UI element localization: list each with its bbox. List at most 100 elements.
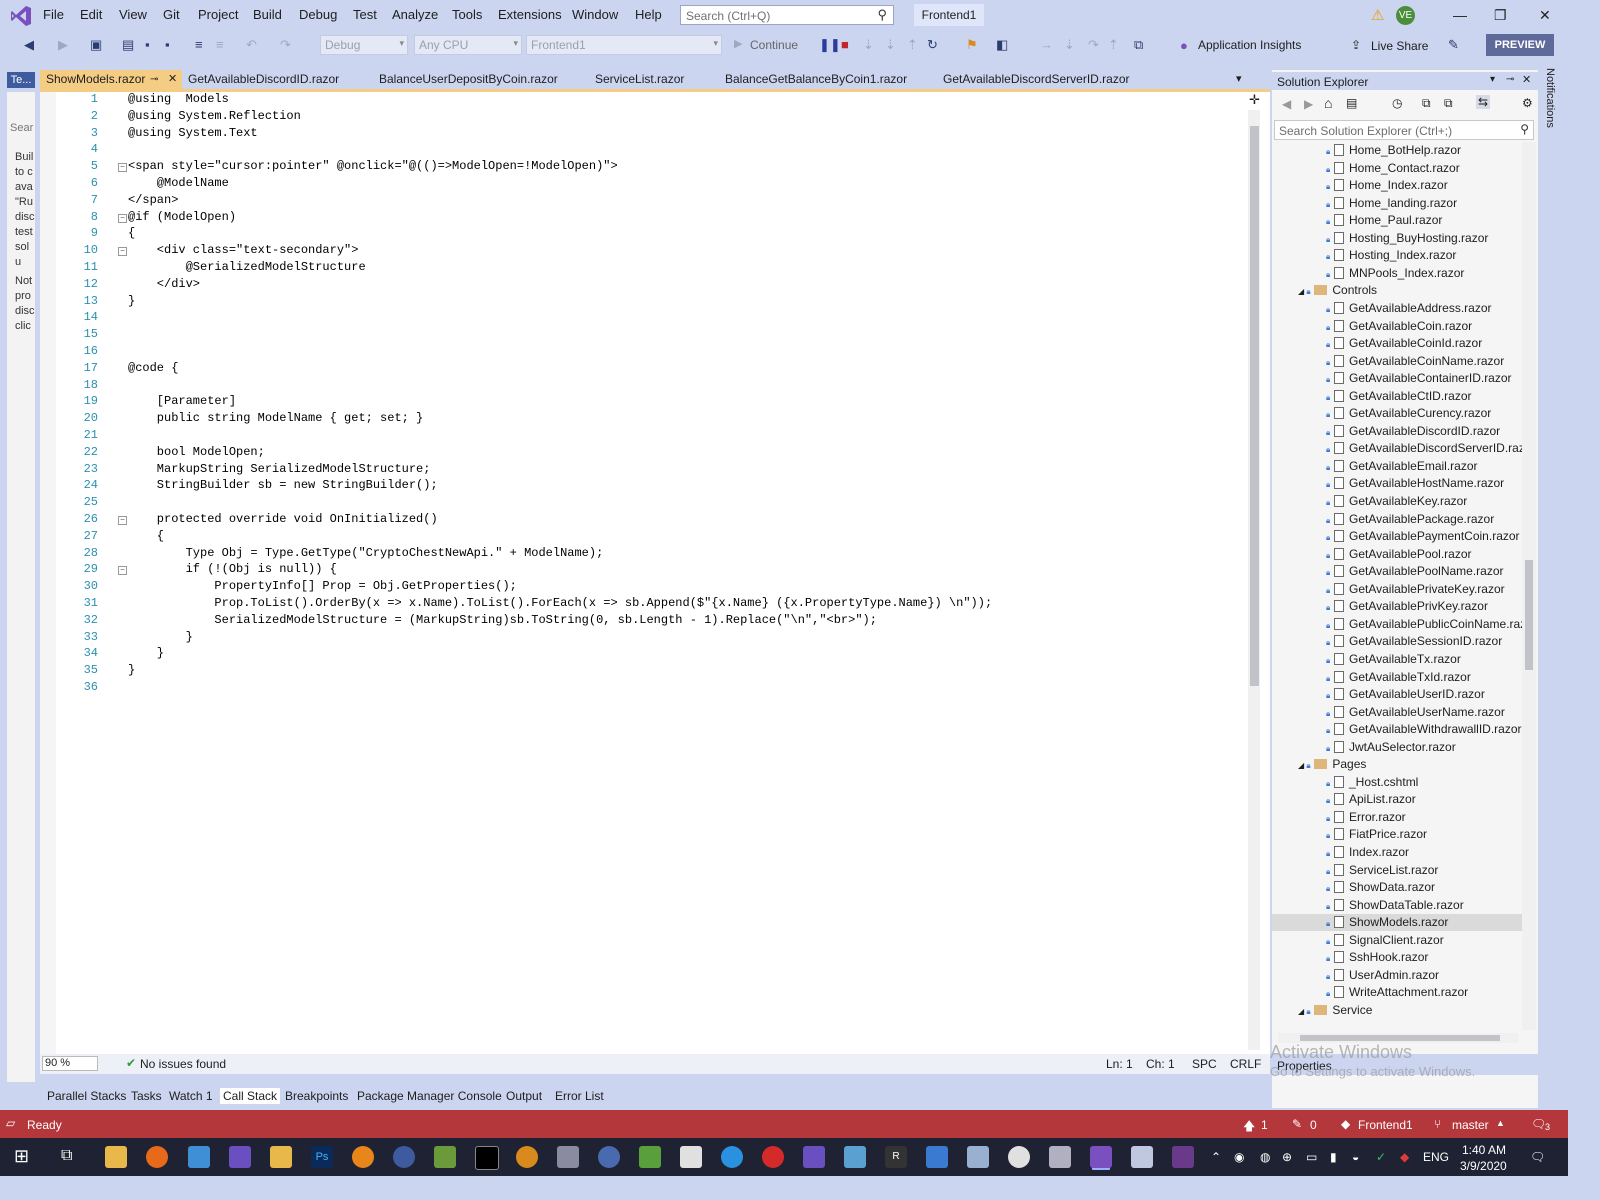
tree-scroll-thumb[interactable] xyxy=(1525,560,1533,670)
menu-extensions[interactable]: Extensions xyxy=(498,7,562,22)
save-icon[interactable]: ▪ xyxy=(145,37,150,52)
tree-file[interactable]: 🔒︎ GetAvailableEmail.razor xyxy=(1272,458,1522,475)
tree-file[interactable]: 🔒︎ GetAvailableWithdrawallID.razor xyxy=(1272,721,1522,738)
tree-file[interactable]: 🔒︎ _Host.cshtml xyxy=(1272,774,1522,791)
tree-file[interactable]: 🔒︎ ShowModels.razor xyxy=(1272,914,1522,932)
whitespace-mode[interactable]: SPC xyxy=(1192,1057,1217,1071)
menu-help[interactable]: Help xyxy=(635,7,662,22)
expand-icon[interactable]: ◢ xyxy=(1298,761,1306,770)
switch-views-icon[interactable]: ▤ xyxy=(1346,96,1357,110)
tab-getavailablediscordserverid[interactable]: GetAvailableDiscordServerID.razor xyxy=(937,70,1159,89)
tab-close-icon[interactable]: ✕ xyxy=(168,70,177,89)
tab-error-list[interactable]: Error List xyxy=(555,1089,604,1103)
tree-file[interactable]: 🔒︎ SignalClient.razor xyxy=(1272,932,1522,949)
pin-icon[interactable]: ⊸ xyxy=(1506,74,1514,85)
tree-file[interactable]: 🔒︎ Home_Index.razor xyxy=(1272,177,1522,194)
repository-name[interactable]: Frontend1 xyxy=(1358,1118,1413,1132)
column-number[interactable]: Ch: 1 xyxy=(1146,1057,1175,1071)
publish-count[interactable]: 1 xyxy=(1261,1118,1268,1132)
restore-icon[interactable]: ❐ xyxy=(1494,7,1507,24)
tab-package-manager-console[interactable]: Package Manager Console xyxy=(357,1089,502,1103)
tray-icon[interactable]: ◍ xyxy=(1260,1150,1270,1164)
menu-git[interactable]: Git xyxy=(163,7,180,22)
tree-folder[interactable]: ◢ 🔒︎ Service xyxy=(1272,1002,1522,1019)
tray-overflow-icon[interactable]: ⌃ xyxy=(1211,1150,1221,1164)
tree-file[interactable]: 🔒︎ SshHook.razor xyxy=(1272,949,1522,966)
minimize-icon[interactable]: — xyxy=(1453,7,1467,23)
app-icon[interactable] xyxy=(721,1146,743,1168)
collapse-icon[interactable]: − xyxy=(118,247,127,257)
tab-tasks[interactable]: Tasks xyxy=(131,1089,162,1103)
app-icon[interactable] xyxy=(926,1146,948,1168)
app-icon[interactable] xyxy=(557,1146,579,1168)
step-over-icon[interactable]: ⇣ xyxy=(1064,37,1075,53)
tab-call-stack[interactable]: Call Stack xyxy=(220,1088,281,1104)
live-share-button[interactable]: Live Share xyxy=(1371,39,1428,53)
file-explorer-icon[interactable] xyxy=(105,1146,127,1168)
home-icon[interactable]: ⌂ xyxy=(1324,95,1332,111)
collapse-icon[interactable]: − xyxy=(118,213,127,223)
menu-build[interactable]: Build xyxy=(253,7,282,22)
task-view-icon[interactable]: ⧉ xyxy=(61,1147,72,1165)
pin-icon[interactable]: ⊸ xyxy=(150,70,158,89)
tree-file[interactable]: 🔒︎ ShowData.razor xyxy=(1272,879,1522,896)
startup-project-select[interactable]: Frontend1 xyxy=(526,35,722,55)
test-explorer-tab[interactable]: Te... xyxy=(7,72,35,88)
show-next-statement-icon[interactable]: ⇣ xyxy=(863,37,874,53)
opera-icon[interactable] xyxy=(762,1146,784,1168)
app-icon[interactable] xyxy=(188,1146,210,1168)
redo-icon[interactable]: ↷ xyxy=(280,37,291,53)
app-icon[interactable] xyxy=(1008,1146,1030,1168)
action-center-icon[interactable]: 🗨 xyxy=(1530,1150,1545,1164)
tree-file[interactable]: 🔒︎ GetAvailableAddress.razor xyxy=(1272,300,1522,317)
menu-tools[interactable]: Tools xyxy=(452,7,482,22)
back-icon[interactable]: ◀ xyxy=(24,37,34,53)
line-ending[interactable]: CRLF xyxy=(1230,1057,1261,1071)
app-icon[interactable] xyxy=(229,1146,251,1168)
tree-file[interactable]: 🔒︎ GetAvailablePoolName.razor xyxy=(1272,563,1522,580)
pending-changes-icon[interactable]: ◷ xyxy=(1392,96,1402,110)
tray-icon[interactable]: ◆ xyxy=(1400,1150,1409,1164)
tree-file[interactable]: 🔒︎ GetAvailableTxId.razor xyxy=(1272,669,1522,686)
screenshot-icon[interactable]: ◧ xyxy=(996,37,1008,53)
tab-parallel-stacks[interactable]: Parallel Stacks xyxy=(47,1089,126,1103)
wifi-icon[interactable]: ◒ xyxy=(1352,1150,1359,1164)
calendar-icon[interactable] xyxy=(680,1146,702,1168)
run-to-cursor-icon[interactable]: ↷ xyxy=(1088,37,1099,53)
pause-icon[interactable]: ❚❚ xyxy=(819,37,841,53)
open-icon[interactable]: ▤ xyxy=(122,37,134,53)
battery-icon[interactable]: ▮ xyxy=(1330,1150,1337,1164)
tab-servicelist[interactable]: ServiceList.razor xyxy=(589,70,719,89)
tab-overflow-icon[interactable]: ▾ xyxy=(1236,72,1242,85)
issues-indicator[interactable]: No issues found xyxy=(140,1057,226,1071)
tree-folder[interactable]: ◢ 🔒︎ Pages xyxy=(1272,756,1522,773)
tree-hscroll-thumb[interactable] xyxy=(1300,1035,1500,1041)
tray-icon[interactable]: ✓ xyxy=(1376,1150,1386,1164)
app-icon[interactable] xyxy=(393,1146,415,1168)
app-icon[interactable] xyxy=(434,1146,456,1168)
tab-breakpoints[interactable]: Breakpoints xyxy=(285,1089,348,1103)
preview-badge[interactable]: PREVIEW xyxy=(1486,34,1554,56)
notifications-tab[interactable]: Notifications xyxy=(1544,68,1556,128)
clock-date[interactable]: 3/9/2020 xyxy=(1460,1159,1507,1173)
tree-file[interactable]: 🔒︎ GetAvailableSessionID.razor xyxy=(1272,633,1522,650)
collapse-icon[interactable]: − xyxy=(118,566,127,576)
dropdown-icon[interactable]: ▾ xyxy=(1490,74,1495,85)
visual-studio-icon[interactable] xyxy=(1090,1146,1112,1168)
line-number[interactable]: Ln: 1 xyxy=(1106,1057,1133,1071)
properties-icon[interactable]: ⚙ xyxy=(1522,96,1533,110)
tray-icon[interactable]: ▭ xyxy=(1306,1150,1317,1164)
hot-reload-icon[interactable]: ⚑ xyxy=(966,37,978,53)
show-all-files-icon[interactable]: ⧉ xyxy=(1444,96,1453,111)
network-icon[interactable]: ⊕ xyxy=(1282,1150,1292,1164)
stop-icon[interactable]: ■ xyxy=(841,37,849,52)
app-icon[interactable] xyxy=(1172,1146,1194,1168)
photoshop-icon[interactable]: Ps xyxy=(311,1146,333,1168)
clock-time[interactable]: 1:40 AM xyxy=(1462,1143,1506,1157)
tab-watch1[interactable]: Watch 1 xyxy=(169,1089,213,1103)
tree-file[interactable]: 🔒︎ GetAvailableCoinName.razor xyxy=(1272,353,1522,370)
visual-studio-logo-icon[interactable] xyxy=(10,5,32,27)
step-out-icon[interactable]: ⇡ xyxy=(907,37,918,53)
step-into-icon[interactable]: ⇣ xyxy=(885,37,896,53)
tree-file[interactable]: 🔒︎ GetAvailableContainerID.razor xyxy=(1272,370,1522,387)
